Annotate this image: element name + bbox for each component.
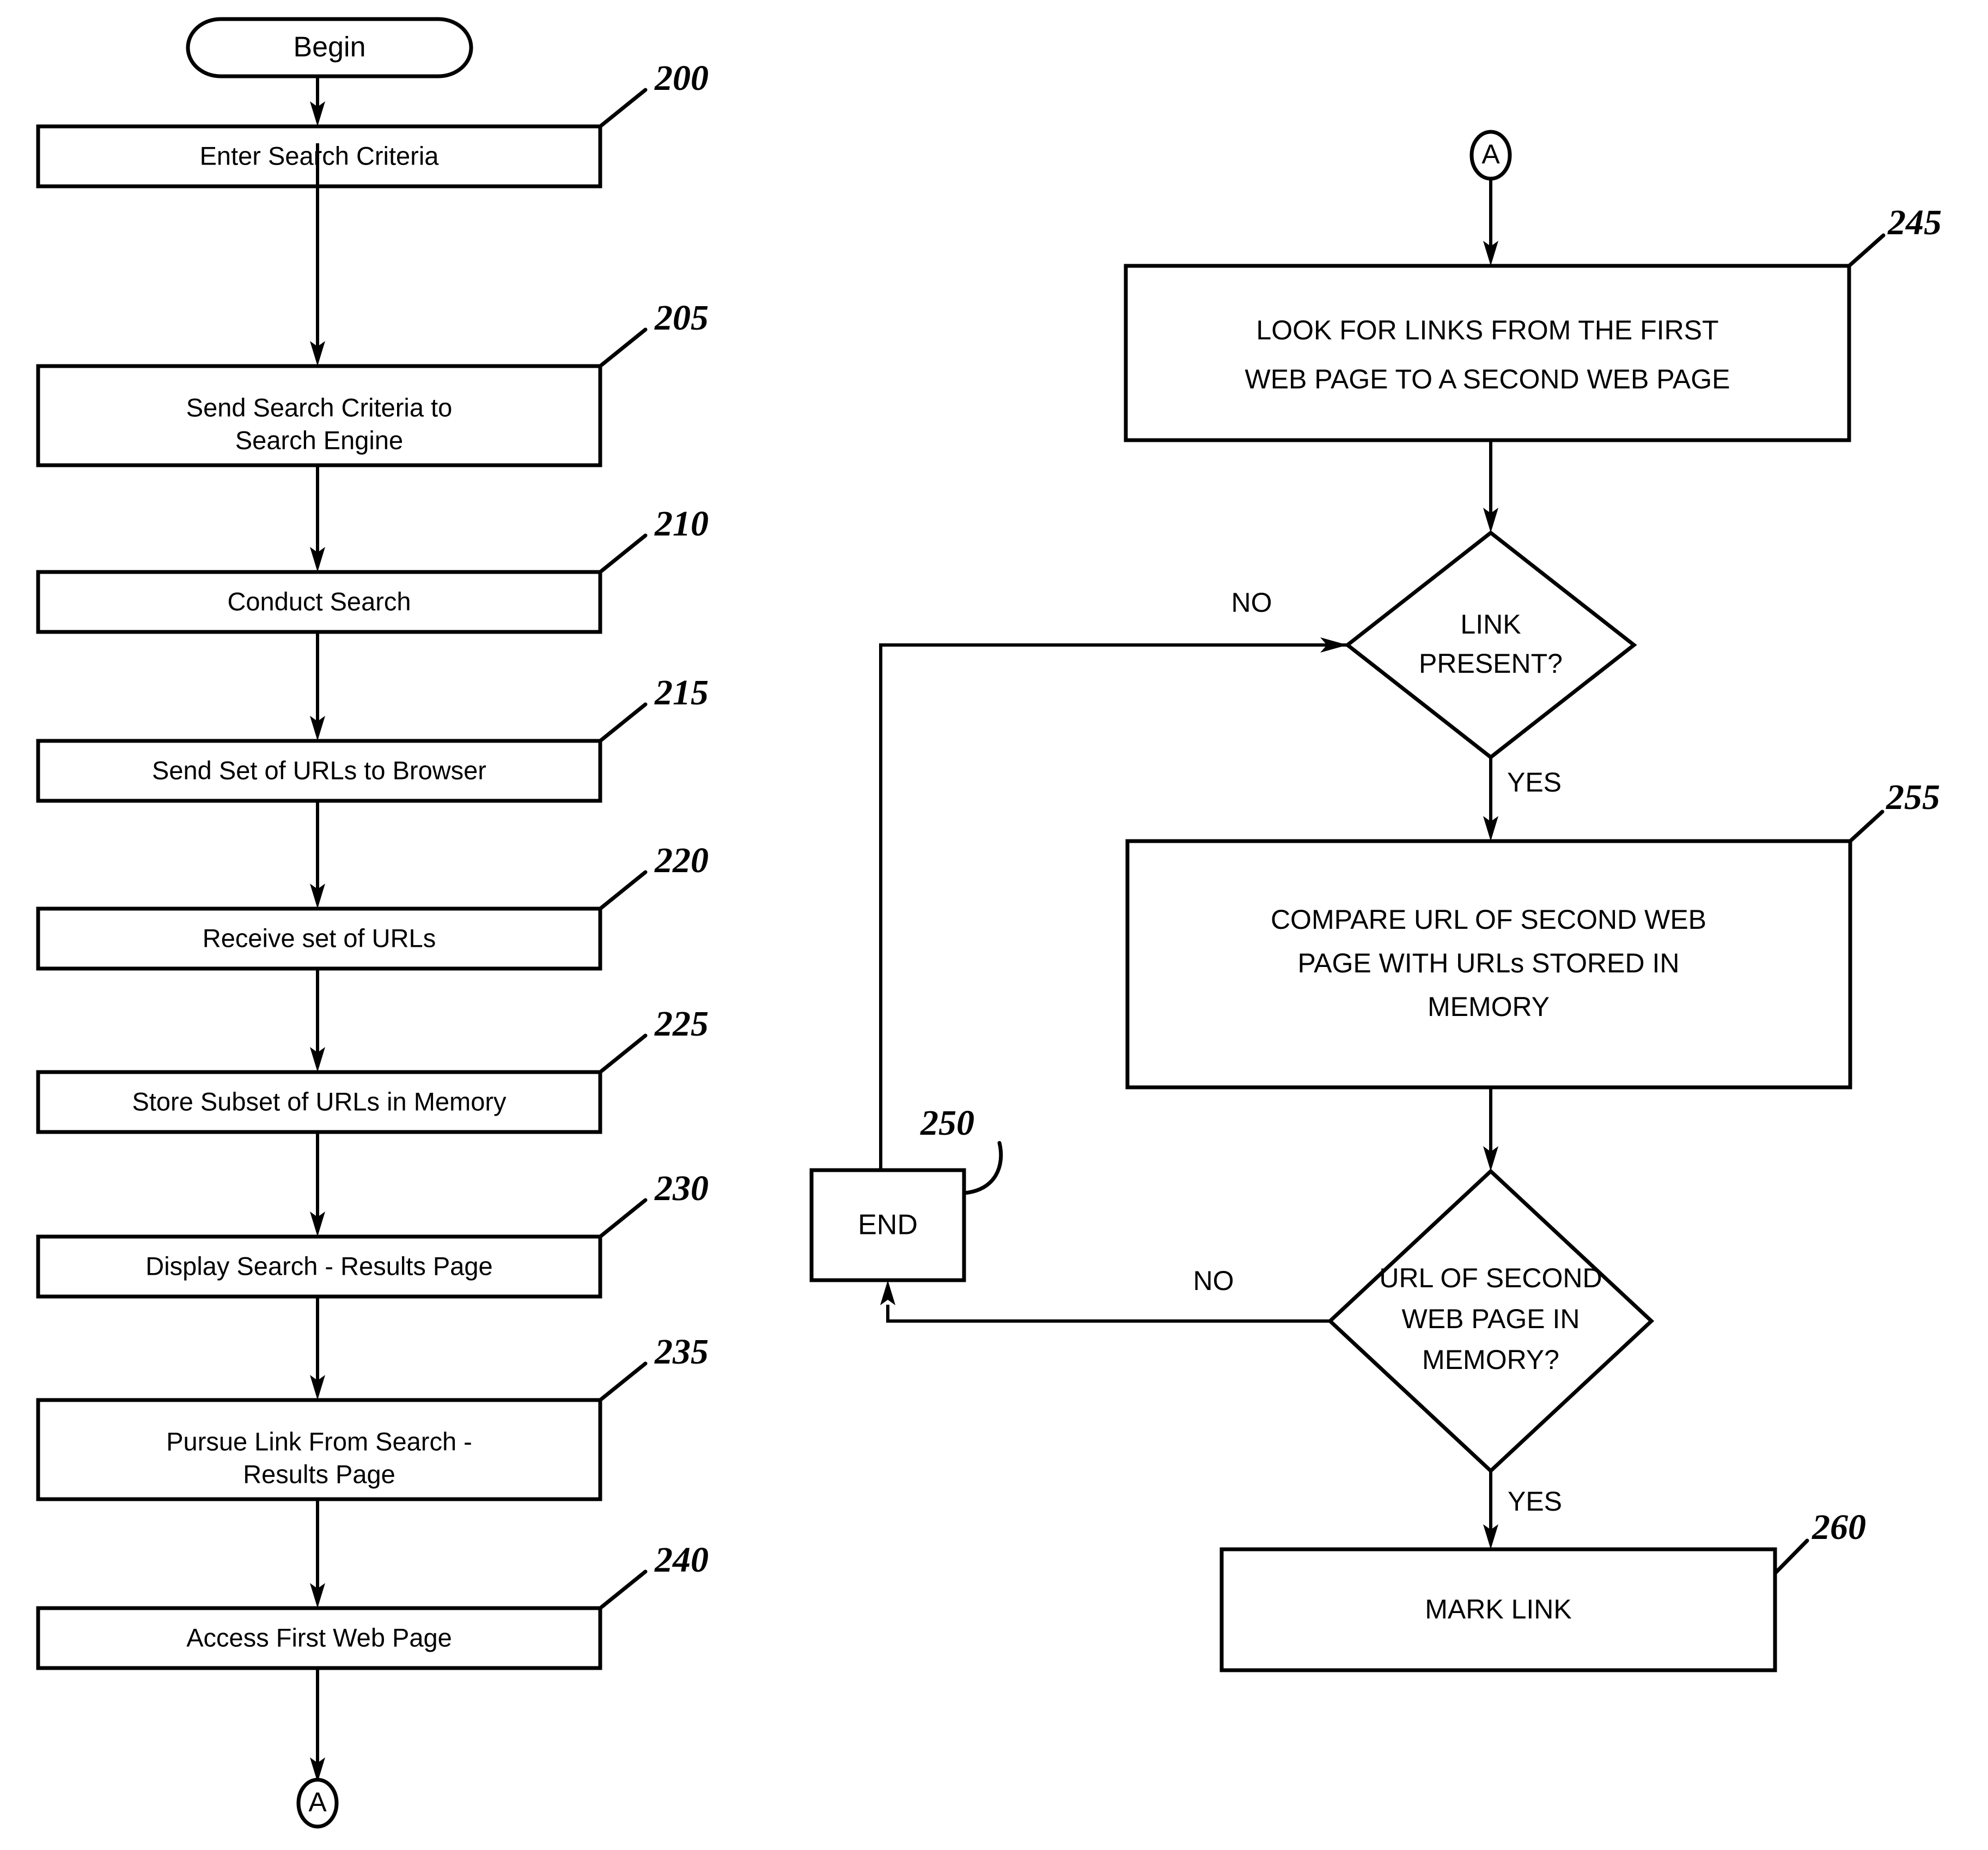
ref-number-230: 230: [654, 1169, 709, 1208]
branch-yes-link-present: YES: [1483, 757, 1562, 841]
step-box-215: Send Set of URLs to Browser 215: [36, 673, 709, 803]
process-box-245: LOOK FOR LINKS FROM THE FIRST WEB PAGE T…: [1124, 203, 1942, 442]
ref-number-215: 215: [654, 673, 709, 713]
process-box-255-label-line3: MEMORY: [1428, 991, 1550, 1022]
decision-url-in-memory-label-line1: URL OF SECOND: [1379, 1263, 1602, 1293]
decision-url-in-memory: URL OF SECOND WEB PAGE IN MEMORY?: [1327, 1169, 1655, 1474]
step-box-235: Pursue Link From Search - Results Page 2…: [36, 1332, 709, 1501]
step-box-200-label: Enter Search Criteria: [200, 141, 440, 170]
decision-link-present-label-line2: PRESENT?: [1419, 648, 1563, 679]
step-box-225-label: Store Subset of URLs in Memory: [132, 1087, 507, 1116]
step-box-205-label-line1: Send Search Criteria to: [186, 393, 453, 422]
end-terminal-box: END 250: [809, 1103, 1003, 1282]
ref-number-220: 220: [654, 841, 709, 880]
arrow-225-to-230: [310, 1132, 325, 1237]
arrow-205-to-210: [310, 465, 325, 572]
ref-number-235: 235: [654, 1332, 709, 1372]
offpage-connector-a-out-label: A: [308, 1787, 327, 1817]
process-box-255-label-line2: PAGE WITH URLs STORED IN: [1297, 948, 1679, 978]
step-box-230-label: Display Search - Results Page: [145, 1251, 492, 1280]
ref-number-240: 240: [654, 1540, 709, 1580]
ref-number-205: 205: [654, 298, 709, 338]
step-box-240: Access First Web Page 240: [36, 1540, 709, 1670]
step-box-220: Receive set of URLs 220: [36, 841, 709, 971]
ref-number-210: 210: [654, 504, 709, 544]
begin-terminal: Begin: [186, 17, 473, 78]
step-box-240-label: Access First Web Page: [186, 1623, 452, 1652]
step-box-205: Send Search Criteria to Search Engine 20…: [36, 298, 709, 467]
step-box-225: Store Subset of URLs in Memory 225: [36, 1004, 709, 1134]
decision-link-present: LINK PRESENT?: [1344, 530, 1637, 760]
step-box-220-label: Receive set of URLs: [203, 923, 436, 952]
arrow-245-to-link-present: [1483, 440, 1498, 533]
arrow-connector-a-to-245: [1483, 179, 1498, 266]
arrow-235-to-240: [310, 1499, 325, 1608]
step-box-230: Display Search - Results Page 230: [36, 1169, 709, 1299]
ref-number-200: 200: [654, 58, 709, 98]
step-box-235-label-line1: Pursue Link From Search -: [166, 1427, 472, 1456]
branch-yes-url-in-memory-label: YES: [1508, 1486, 1562, 1517]
branch-no-link-present-label: NO: [1231, 587, 1272, 618]
process-box-255-label-line1: COMPARE URL OF SECOND WEB: [1271, 904, 1706, 935]
ref-number-225: 225: [654, 1004, 709, 1044]
arrow-220-to-225: [310, 969, 325, 1072]
offpage-connector-a-in: A: [1469, 130, 1512, 181]
decision-url-in-memory-label-line2: WEB PAGE IN: [1402, 1304, 1580, 1334]
arrow-begin-to-200: [310, 76, 325, 126]
step-box-210: Conduct Search 210: [36, 504, 709, 634]
branch-yes-link-present-label: YES: [1507, 767, 1562, 798]
process-box-245-label-line2: WEB PAGE TO A SECOND WEB PAGE: [1245, 364, 1730, 394]
process-box-260: MARK LINK 260: [1219, 1507, 1866, 1672]
flowchart-drawing: Begin Enter Search Criteria 200 Send Sea…: [36, 17, 1942, 1829]
process-box-245-label-line1: LOOK FOR LINKS FROM THE FIRST: [1256, 315, 1718, 345]
offpage-connector-a-in-label: A: [1481, 139, 1500, 169]
ref-number-245: 245: [1887, 203, 1942, 242]
ref-number-255: 255: [1886, 777, 1940, 817]
flowchart-canvas: Begin Enter Search Criteria 200 Send Sea…: [0, 0, 1988, 1850]
arrow-240-to-connector-a: [310, 1668, 325, 1782]
ref-number-260: 260: [1812, 1507, 1866, 1547]
arrow-255-to-url-in-memory: [1483, 1087, 1498, 1171]
step-box-215-label: Send Set of URLs to Browser: [152, 756, 486, 784]
offpage-connector-a-out: A: [296, 1778, 339, 1829]
process-box-255: COMPARE URL OF SECOND WEB PAGE WITH URLs…: [1125, 777, 1940, 1090]
step-box-210-label: Conduct Search: [227, 587, 411, 616]
begin-terminal-label: Begin: [294, 32, 366, 63]
decision-link-present-label-line1: LINK: [1460, 609, 1521, 640]
step-box-205-label-line2: Search Engine: [235, 425, 403, 454]
arrow-210-to-215: [310, 632, 325, 741]
decision-url-in-memory-label-line3: MEMORY?: [1422, 1344, 1559, 1375]
arrow-215-to-220: [310, 801, 325, 909]
process-box-260-label: MARK LINK: [1425, 1594, 1572, 1624]
arrow-230-to-235: [310, 1297, 325, 1400]
branch-yes-url-in-memory: YES: [1483, 1471, 1562, 1549]
ref-number-250: 250: [920, 1103, 974, 1143]
step-box-235-label-line2: Results Page: [243, 1459, 395, 1488]
end-terminal-label: END: [858, 1209, 918, 1241]
branch-no-url-in-memory-label: NO: [1193, 1265, 1234, 1296]
